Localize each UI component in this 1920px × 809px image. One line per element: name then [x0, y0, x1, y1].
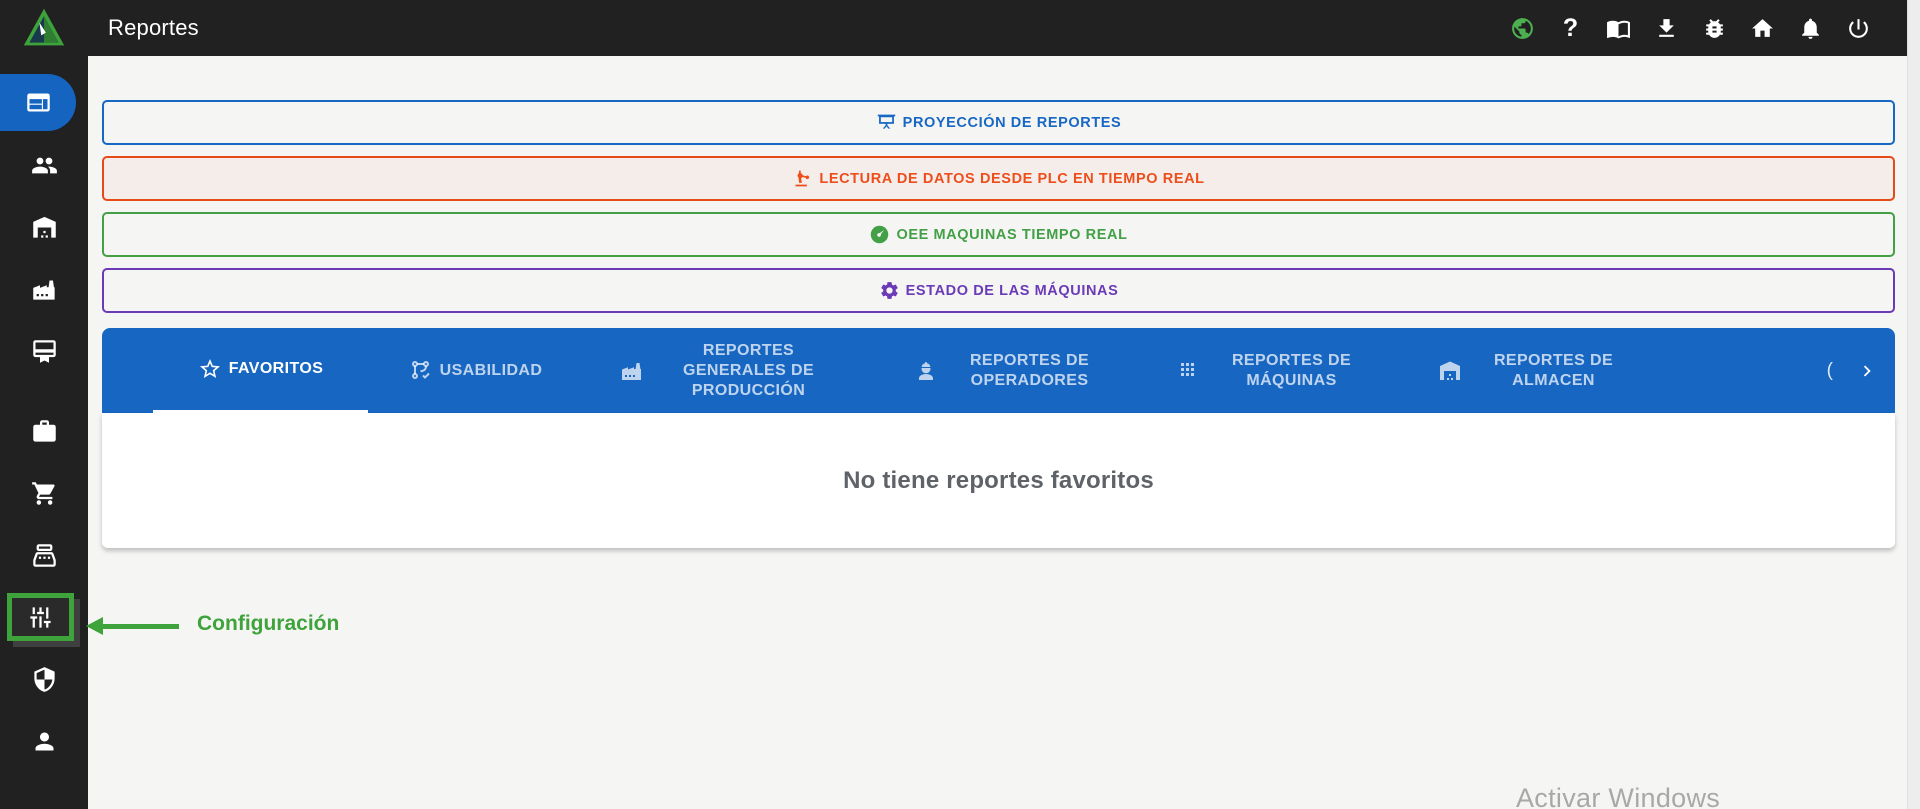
- tab-reportes-generales-produccion[interactable]: REPORTES GENERALES DE PRODUCCIÓN: [583, 328, 883, 413]
- sidebar-item-warehouse[interactable]: [0, 196, 88, 258]
- action-label: LECTURA DE DATOS DESDE PLC EN TIEMPO REA…: [819, 170, 1205, 187]
- action-button-group: PROYECCIÓN DE REPORTES LECTURA DE DATOS …: [88, 56, 1907, 313]
- gear-icon: [880, 282, 898, 299]
- arrow-line: [103, 623, 179, 629]
- projector-screen-icon: [877, 114, 895, 129]
- sidebar-item-reports[interactable]: [0, 74, 76, 131]
- notifications-icon[interactable]: [1798, 16, 1823, 41]
- cash-register-icon: [32, 543, 56, 567]
- oee-maquinas-button[interactable]: OEE MAQUINAS TIEMPO REAL: [102, 212, 1895, 257]
- operator-icon: [918, 361, 933, 380]
- chevron-right-icon: [1863, 365, 1871, 376]
- vertical-scrollbar[interactable]: [1907, 0, 1920, 809]
- gauge-icon: [871, 225, 889, 244]
- tune-settings-icon: [30, 606, 51, 628]
- tab-scroll-right-button[interactable]: [1839, 328, 1895, 413]
- warehouse-icon: [1439, 361, 1460, 380]
- sidebar-item-security[interactable]: [0, 648, 88, 710]
- machines-grid-icon: [1180, 362, 1194, 376]
- tab-label: REPORTES DE OPERADORES: [969, 351, 1090, 389]
- tab-reportes-almacen[interactable]: REPORTES DE ALMACEN: [1407, 328, 1669, 413]
- empty-favorites-message: No tiene reportes favoritos: [843, 466, 1154, 494]
- sidebar: [0, 56, 88, 809]
- main-content: PROYECCIÓN DE REPORTES LECTURA DE DATOS …: [88, 56, 1907, 809]
- tab-label: REPORTES GENERALES DE PRODUCCIÓN: [682, 341, 815, 399]
- person-icon: [35, 732, 53, 750]
- shopping-cart-icon: [31, 481, 55, 505]
- tab-favoritos[interactable]: FAVORITOS: [153, 328, 368, 413]
- usability-branch-icon: [411, 360, 430, 379]
- robot-arm-icon: [795, 170, 810, 187]
- configuration-highlight-box: [7, 593, 74, 641]
- download-icon[interactable]: [1654, 16, 1679, 41]
- sidebar-item-purchases[interactable]: [0, 462, 88, 524]
- manual-book-icon[interactable]: [1606, 16, 1631, 41]
- home-icon[interactable]: [1750, 16, 1775, 41]
- annotation-arrow: [86, 617, 179, 635]
- favorites-panel: No tiene reportes favoritos: [102, 413, 1895, 548]
- power-icon[interactable]: [1846, 16, 1871, 41]
- help-icon[interactable]: ?: [1558, 13, 1583, 42]
- clipped-tab-label: (: [1826, 359, 1833, 381]
- help-glyph: ?: [1562, 13, 1579, 42]
- reports-news-icon: [26, 93, 50, 112]
- sidebar-item-configuration[interactable]: [0, 586, 88, 648]
- sidebar-item-quality[interactable]: [0, 320, 88, 382]
- lectura-plc-button[interactable]: LECTURA DE DATOS DESDE PLC EN TIEMPO REA…: [102, 156, 1895, 201]
- certificate-icon: [32, 339, 56, 363]
- tab-reportes-operadores[interactable]: REPORTES DE OPERADORES: [883, 328, 1145, 413]
- annotation-label: Configuración: [197, 612, 340, 635]
- estado-maquinas-button[interactable]: ESTADO DE LAS MÁQUINAS: [102, 268, 1895, 313]
- sidebar-item-sales[interactable]: [0, 524, 88, 586]
- sidebar-item-personnel[interactable]: [0, 134, 88, 196]
- tab-bar: FAVORITOS USABILIDAD REPORTES GENERALES …: [102, 328, 1895, 413]
- action-label: ESTADO DE LAS MÁQUINAS: [905, 282, 1119, 299]
- star-icon: [199, 359, 220, 378]
- warehouse-icon: [32, 216, 56, 238]
- windows-activation-watermark: Activar Windows: [1516, 783, 1721, 809]
- tab-bar-spacer: [1669, 328, 1827, 413]
- arrow-head: [86, 617, 103, 635]
- globe-icon[interactable]: [1510, 16, 1535, 41]
- tab-label: FAVORITOS: [228, 360, 324, 377]
- action-label: PROYECCIÓN DE REPORTES: [902, 114, 1122, 131]
- topbar-actions: ?: [1510, 13, 1871, 42]
- sidebar-item-profile[interactable]: [0, 710, 88, 772]
- proyeccion-de-reportes-button[interactable]: PROYECCIÓN DE REPORTES: [102, 100, 1895, 145]
- factory-icon: [32, 280, 55, 300]
- logo-triangle-icon: [23, 8, 65, 46]
- sidebar-item-work[interactable]: [0, 400, 88, 462]
- people-icon: [31, 157, 57, 173]
- shield-icon: [33, 666, 55, 692]
- briefcase-icon: [32, 419, 56, 442]
- tab-label: REPORTES DE ALMACEN: [1493, 351, 1614, 389]
- action-label: OEE MAQUINAS TIEMPO REAL: [896, 226, 1128, 243]
- page-title: Reportes: [108, 15, 199, 40]
- topbar: Reportes ?: [0, 0, 1907, 56]
- tab-usabilidad[interactable]: USABILIDAD: [368, 328, 583, 413]
- tab-reportes-maquinas[interactable]: REPORTES DE MÁQUINAS: [1145, 328, 1407, 413]
- factory-icon: [622, 362, 641, 380]
- tab-label: REPORTES DE MÁQUINAS: [1231, 351, 1352, 389]
- bug-report-icon[interactable]: [1702, 16, 1727, 41]
- app-logo: [0, 6, 88, 50]
- reports-tab-card: FAVORITOS USABILIDAD REPORTES GENERALES …: [102, 328, 1895, 548]
- tab-label: USABILIDAD: [439, 361, 543, 379]
- sidebar-item-production[interactable]: [0, 258, 88, 320]
